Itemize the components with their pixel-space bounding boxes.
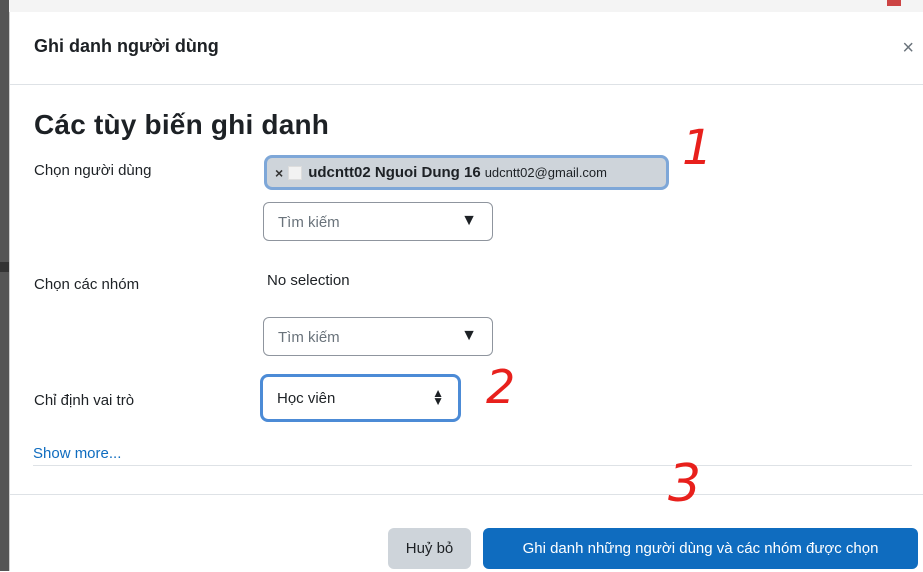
remove-user-icon[interactable]: ×: [275, 165, 283, 181]
select-arrows-icon: ▲ ▼: [432, 386, 444, 408]
role-select-value: Học viên: [277, 390, 336, 407]
background-left-edge: [0, 0, 9, 571]
form-divider: [33, 465, 912, 466]
show-more-link[interactable]: Show more...: [33, 445, 121, 462]
role-select[interactable]: Học viên ▲ ▼: [260, 374, 461, 422]
annotation-number-2: 2: [486, 360, 516, 414]
background-page-strip: [0, 0, 923, 12]
annotation-number-3: 3: [668, 454, 702, 514]
close-icon[interactable]: ×: [902, 38, 914, 58]
user-search-placeholder: Tìm kiếm: [278, 214, 340, 231]
modal-header: Ghi danh người dùng ×: [10, 12, 923, 85]
cancel-button[interactable]: Huỷ bỏ: [388, 528, 471, 569]
enrol-users-modal: Ghi danh người dùng × Các tùy biến ghi d…: [9, 12, 923, 571]
group-search-placeholder: Tìm kiếm: [278, 329, 340, 346]
background-mark: [887, 0, 901, 6]
user-avatar: [288, 165, 303, 180]
user-search-input[interactable]: Tìm kiếm ▼: [263, 202, 493, 241]
caret-down-icon[interactable]: ▼: [461, 327, 477, 345]
enrol-submit-button[interactable]: Ghi danh những người dùng và các nhóm đư…: [483, 528, 918, 569]
select-groups-label: Chọn các nhóm: [34, 276, 140, 293]
groups-no-selection: No selection: [267, 272, 350, 289]
annotation-number-1: 1: [682, 120, 713, 176]
modal-title: Ghi danh người dùng: [34, 36, 219, 56]
group-search-input[interactable]: Tìm kiếm ▼: [263, 317, 493, 356]
selected-user-email: udcntt02@gmail.com: [484, 165, 607, 180]
selected-user-chip[interactable]: × udcntt02 Nguoi Dung 16 udcntt02@gmail.…: [264, 155, 669, 190]
selected-user-name: udcntt02 Nguoi Dung 16: [308, 164, 481, 181]
section-title: Các tùy biến ghi danh: [34, 109, 330, 140]
assign-role-label: Chỉ định vai trò: [34, 392, 135, 409]
select-users-label: Chọn người dùng: [34, 162, 152, 179]
caret-down-icon[interactable]: ▼: [461, 212, 477, 230]
